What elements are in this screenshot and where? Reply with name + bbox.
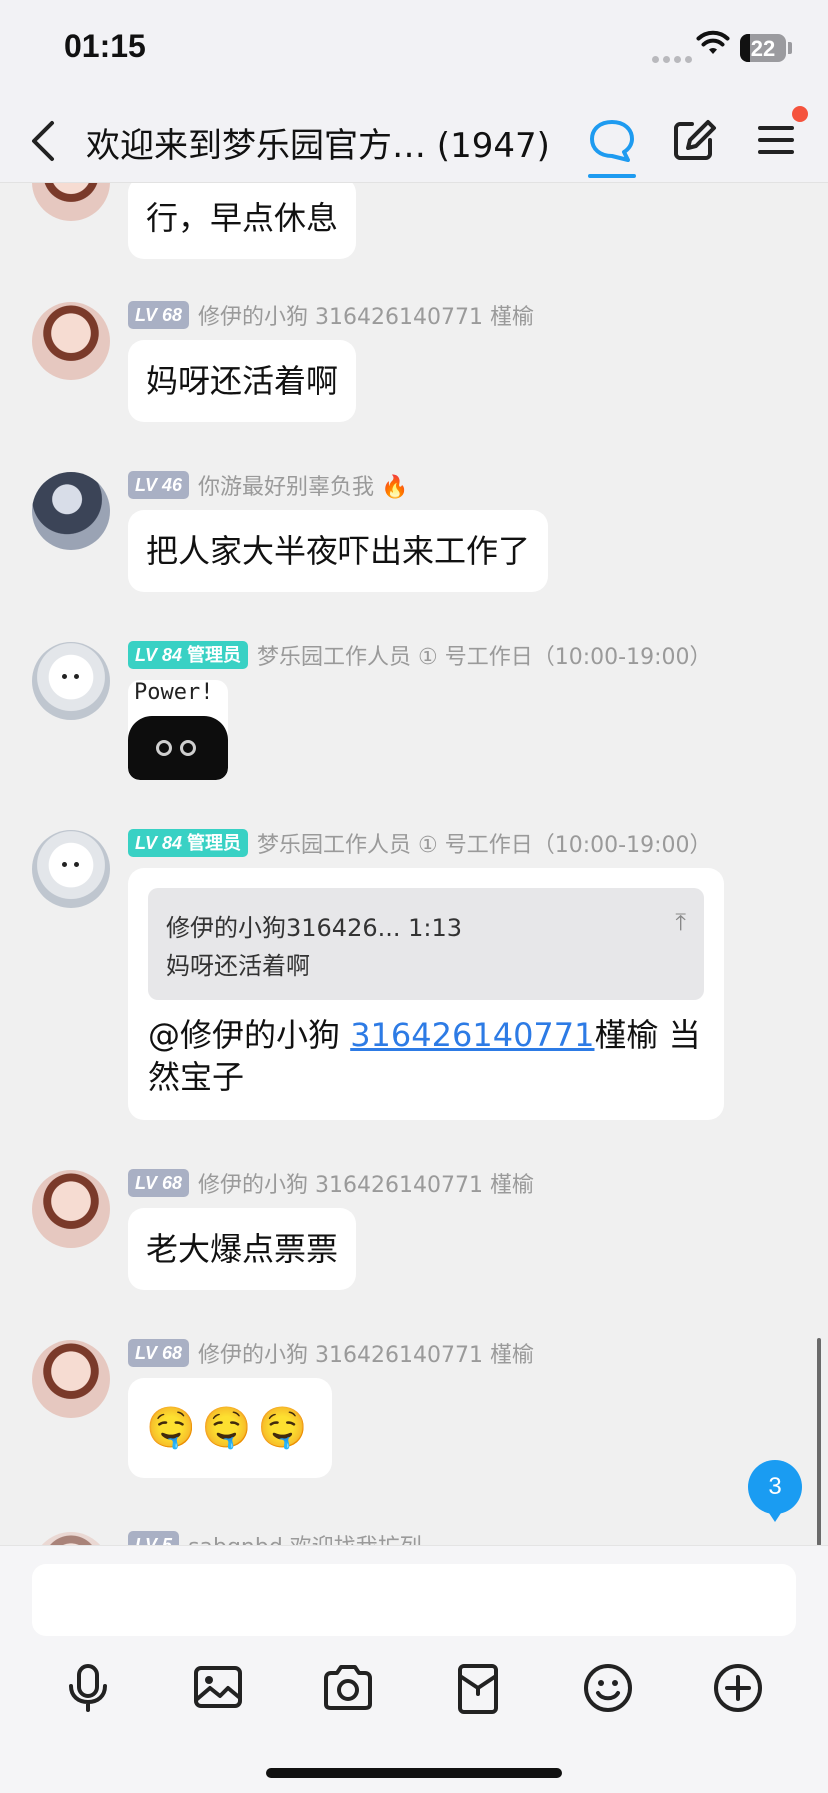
- sender-name[interactable]: 修伊的小狗 316426140771 槿榆: [198, 1167, 534, 1199]
- level-badge: LV 68: [128, 301, 190, 329]
- chat-bubble-icon: [590, 120, 634, 162]
- sender-name[interactable]: 梦乐园工作人员 ① 号工作日（10:00-19:00）: [257, 639, 711, 671]
- more-button[interactable]: [708, 1658, 768, 1718]
- menu-button[interactable]: [756, 120, 796, 164]
- input-panel: [0, 1545, 828, 1793]
- level-badge: LV 84: [135, 645, 183, 665]
- chat-header: 欢迎来到梦乐园官方… (1947): [0, 100, 828, 183]
- role-label: 管理员: [187, 833, 242, 853]
- image-button[interactable]: [188, 1658, 248, 1718]
- message-list[interactable]: 行，早点休息 LV 68 修伊的小狗 316426140771 槿榆 妈呀还活着…: [0, 183, 828, 1545]
- page-title[interactable]: 欢迎来到梦乐园官方… (1947): [86, 118, 550, 167]
- message-bubble[interactable]: 🤤🤤🤤: [128, 1378, 332, 1478]
- voice-button[interactable]: [58, 1658, 118, 1718]
- unread-count-badge[interactable]: 3: [748, 1460, 802, 1522]
- message-bubble[interactable]: 行，早点休息: [128, 183, 357, 259]
- scrollbar[interactable]: [817, 1338, 821, 1546]
- sender-meta: LV 84 管理员 梦乐园工作人员 ① 号工作日（10:00-19:00）: [128, 828, 712, 858]
- sender-name[interactable]: 修伊的小狗 316426140771 槿榆: [198, 299, 534, 331]
- mention-text: @修伊的小狗: [148, 1016, 351, 1054]
- mention-link[interactable]: 316426140771: [350, 1016, 594, 1054]
- wifi-icon: [696, 30, 730, 60]
- message-bubble[interactable]: 老大爆点票票: [128, 1208, 357, 1290]
- camera-button[interactable]: [318, 1658, 378, 1718]
- chevron-left-icon: [32, 121, 54, 161]
- edit-button[interactable]: [672, 118, 718, 166]
- message-bubble[interactable]: 把人家大半夜吓出来工作了: [128, 510, 549, 592]
- sender-meta: LV 68 修伊的小狗 316426140771 槿榆: [128, 300, 534, 330]
- avatar[interactable]: [32, 302, 110, 380]
- sender-name[interactable]: 你游最好别辜负我 🔥: [198, 469, 408, 501]
- sender-name[interactable]: 梦乐园工作人员 ① 号工作日（10:00-19:00）: [257, 827, 711, 859]
- avatar[interactable]: [32, 1532, 110, 1545]
- notification-dot: [792, 106, 808, 122]
- active-tab-indicator: [588, 174, 636, 178]
- sticker-caption: Power!: [134, 680, 214, 705]
- role-label: 管理员: [187, 645, 242, 665]
- edit-icon: [674, 120, 716, 160]
- level-badge: LV 68: [128, 1339, 190, 1367]
- status-time: 01:15: [64, 28, 146, 64]
- jump-to-quote-icon[interactable]: ⤒: [675, 908, 686, 936]
- sender-meta: LV 84 管理员 梦乐园工作人员 ① 号工作日（10:00-19:00）: [128, 640, 712, 670]
- avatar[interactable]: [32, 1340, 110, 1418]
- signal-icon: [652, 48, 696, 67]
- avatar[interactable]: [32, 642, 110, 720]
- battery-icon: 22: [740, 34, 786, 62]
- message-text: 行，早点休息: [146, 199, 339, 237]
- message-bubble[interactable]: 妈呀还活着啊: [128, 340, 357, 422]
- message-text: 把人家大半夜吓出来工作了: [146, 532, 531, 570]
- level-badge: LV 5: [128, 1531, 180, 1545]
- message-emoji: 🤤🤤🤤: [146, 1405, 314, 1451]
- sender-meta: LV 46 你游最好别辜负我 🔥: [128, 470, 408, 500]
- avatar[interactable]: [32, 1170, 110, 1248]
- avatar[interactable]: [32, 472, 110, 550]
- emoji-button[interactable]: [578, 1658, 638, 1718]
- level-badge: LV 46: [128, 471, 190, 499]
- level-badge: LV 68: [128, 1169, 190, 1197]
- microphone-icon: [69, 1664, 107, 1712]
- message-text: 妈呀还活着啊: [146, 362, 339, 400]
- message-text: 老大爆点票票: [146, 1230, 339, 1268]
- avatar[interactable]: [32, 183, 110, 221]
- menu-icon: [758, 126, 794, 154]
- reply-text: @修伊的小狗 316426140771槿榆 当然宝子: [148, 1014, 708, 1098]
- chat-tab-button[interactable]: [588, 118, 636, 168]
- sender-meta: LV 5 sabgnbd 欢迎找我扩列: [128, 1530, 422, 1545]
- emoji-icon: [584, 1664, 632, 1712]
- home-indicator[interactable]: [266, 1768, 562, 1778]
- admin-badge: LV 84 管理员: [128, 829, 249, 857]
- sender-name[interactable]: 修伊的小狗 316426140771 槿榆: [198, 1337, 534, 1369]
- status-bar: 01:15 22: [0, 0, 828, 100]
- plus-icon: [714, 1664, 762, 1712]
- avatar[interactable]: [32, 830, 110, 908]
- sticker-image[interactable]: Power!: [128, 680, 228, 780]
- quote-text: 妈呀还活着啊: [166, 952, 310, 980]
- message-input[interactable]: [32, 1564, 796, 1636]
- battery-level: 22: [750, 36, 776, 61]
- red-packet-button[interactable]: [448, 1658, 508, 1718]
- sender-name[interactable]: sabgnbd 欢迎找我扩列: [188, 1529, 422, 1545]
- quoted-message[interactable]: 修伊的小狗316426... 1:13 妈呀还活着啊 ⤒: [148, 888, 704, 1000]
- sender-meta: LV 68 修伊的小狗 316426140771 槿榆: [128, 1168, 534, 1198]
- admin-badge: LV 84 管理员: [128, 641, 249, 669]
- sender-meta: LV 68 修伊的小狗 316426140771 槿榆: [128, 1338, 534, 1368]
- level-badge: LV 84: [135, 833, 183, 853]
- back-button[interactable]: [28, 120, 58, 166]
- reply-bubble[interactable]: 修伊的小狗316426... 1:13 妈呀还活着啊 ⤒ @修伊的小狗 3164…: [128, 868, 724, 1120]
- red-packet-icon: [458, 1664, 498, 1714]
- camera-icon: [324, 1665, 372, 1710]
- image-icon: [194, 1666, 242, 1708]
- quote-meta: 修伊的小狗316426... 1:13: [166, 914, 463, 942]
